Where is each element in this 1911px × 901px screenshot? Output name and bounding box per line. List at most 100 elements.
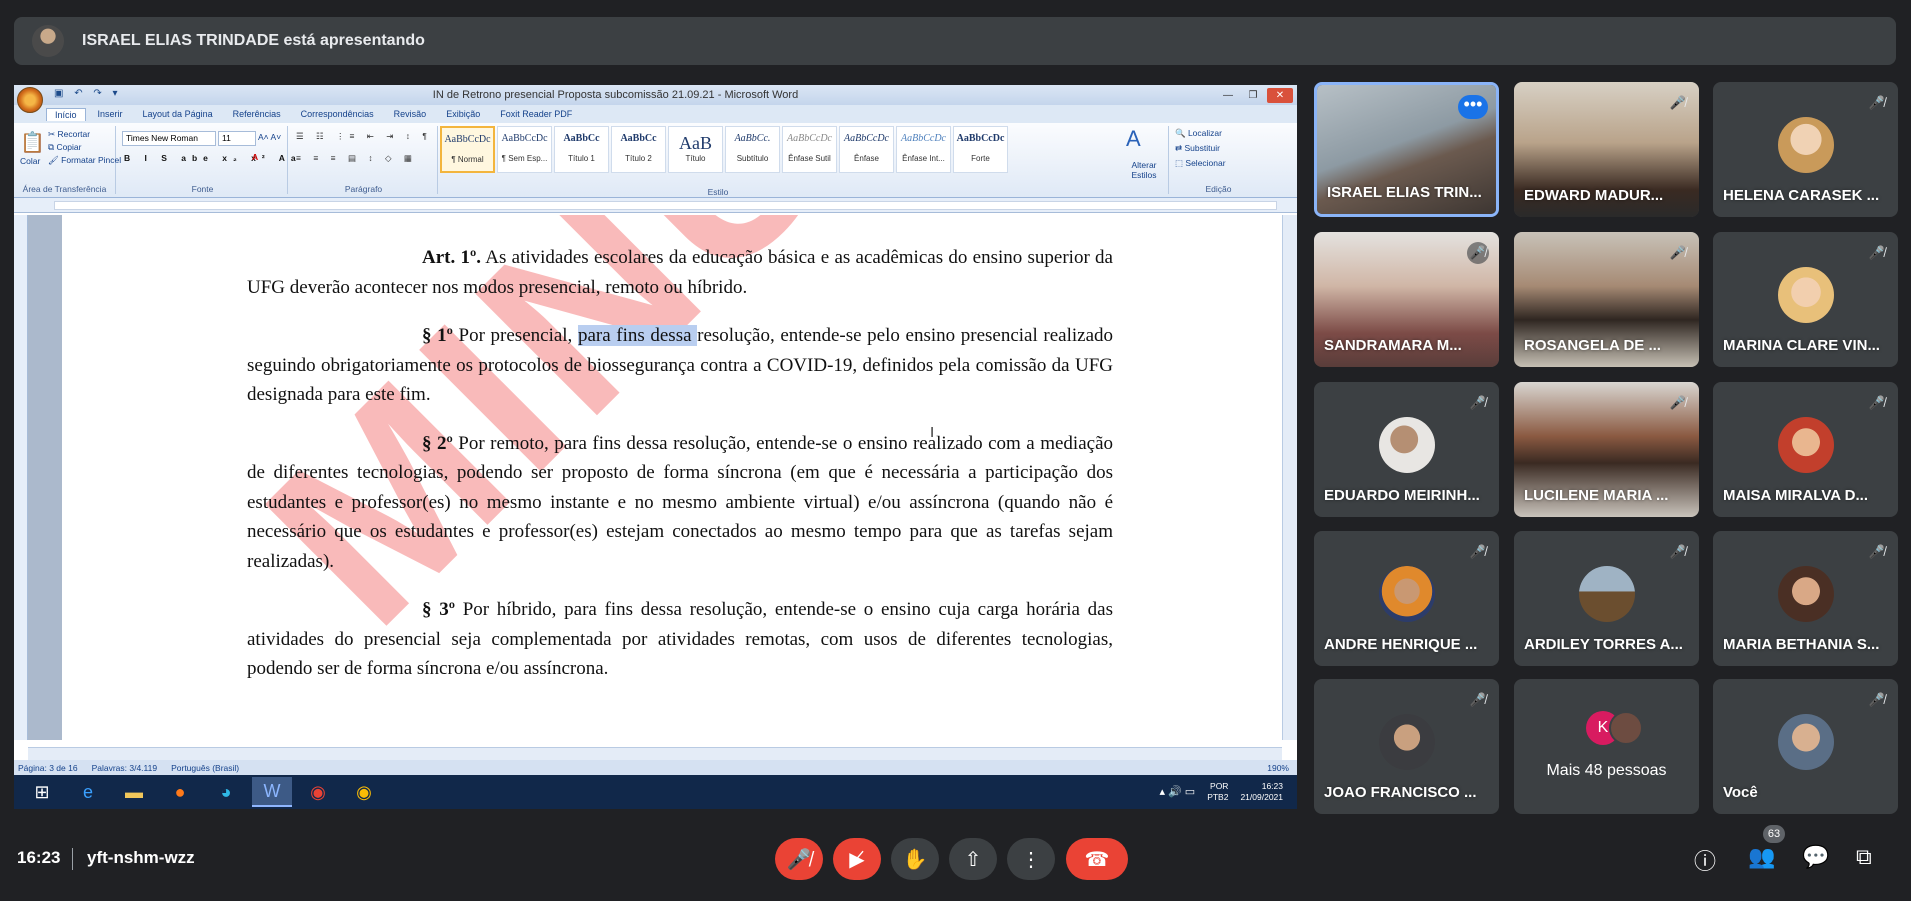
quick-access-toolbar[interactable]: ▣ ↶ ↷ ▾ [54,88,122,99]
participant-tile[interactable]: 🎤̸ LUCILENE MARIA ... [1514,382,1699,517]
change-styles-button[interactable]: Alterar Estilos [1122,160,1166,180]
participant-tile[interactable]: ••• ISRAEL ELIAS TRIN... [1314,82,1499,217]
font-size-select[interactable]: 11 [218,131,256,146]
participant-tile[interactable]: 🎤̸ EDWARD MADUR... [1514,82,1699,217]
participant-name: EDWARD MADUR... [1524,187,1664,204]
word-count[interactable]: Palavras: 3/4.119 [92,763,158,773]
participant-tile[interactable]: 🎤̸ HELENA CARASEK ... [1713,82,1898,217]
start-icon[interactable]: ⊞ [22,777,62,807]
more-options-button[interactable]: ⋮ [1007,838,1055,880]
tab-inserir[interactable]: Inserir [98,109,123,119]
horizontal-ruler[interactable] [14,198,1297,213]
taskbar-date: 21/09/2021 [1240,792,1283,802]
style-preview: AaBbCcDc [787,133,832,144]
more-dots-icon[interactable]: ••• [1458,95,1488,119]
more-participants-tile[interactable]: K Mais 48 pessoas [1514,679,1699,814]
select-button[interactable]: ⬚ Selecionar [1175,158,1226,169]
participant-tile[interactable]: 🎤̸ EDUARDO MEIRINH... [1314,382,1499,517]
mic-off-icon: 🎤̸ [1868,692,1886,707]
chrome-icon[interactable]: ◉ [298,777,338,807]
find-button[interactable]: 🔍 Localizar [1175,128,1222,139]
style-emphasis[interactable]: AaBbCcDc Ênfase [839,126,894,173]
participant-name: ANDRE HENRIQUE ... [1324,636,1478,653]
camera-toggle-button[interactable]: ▶̸ [833,838,881,880]
meeting-code[interactable]: yft-nshm-wzz [87,848,195,868]
format-painter-button[interactable]: 🖌 Formatar Pincel [48,155,121,166]
participant-tile[interactable]: 🎤̸ SANDRAMARA M... [1314,232,1499,367]
cut-button[interactable]: ✂ Recortar [48,129,90,140]
style-no-spacing[interactable]: AaBbCcDc ¶ Sem Esp... [497,126,552,173]
document-page[interactable]: MINUTA Art. 1º. As atividades escolares … [62,215,1288,740]
font-color-icon[interactable]: A [252,152,258,162]
edge-icon[interactable]: ◕ [206,777,246,807]
word-window-title: IN de Retrono presencial Proposta subcom… [432,89,799,101]
style-heading1[interactable]: AaBbCc Título 1 [554,126,609,173]
participant-tile[interactable]: 🎤̸ MAISA MIRALVA D... [1713,382,1898,517]
input-lang[interactable]: POR PTB2 [1207,781,1228,803]
firefox-icon[interactable]: ● [160,777,200,807]
paragraph-label: Parágrafo [344,184,383,194]
chat-icon[interactable]: 💬 [1802,844,1829,870]
paste-icon[interactable]: 📋 [20,130,45,155]
maximize-icon[interactable]: ❐ [1242,88,1264,103]
avatar [1609,711,1643,745]
copy-button[interactable]: ⧉ Copiar [48,142,81,153]
style-normal[interactable]: AaBbCcDc ¶ Normal [440,126,495,173]
document-body[interactable]: Art. 1º. As atividades escolares da educ… [247,243,1113,703]
paste-button[interactable]: Colar [20,156,40,166]
end-call-button[interactable]: ☎ [1066,838,1128,880]
style-intense-emphasis[interactable]: AaBbCcDc Ênfase Int... [896,126,951,173]
replace-button[interactable]: ⇄ Substituir [1175,143,1220,154]
word-taskbar-icon[interactable]: W [252,777,292,807]
raise-hand-button[interactable]: ✋ [891,838,939,880]
style-strong[interactable]: AaBbCcDc Forte [953,126,1008,173]
font-format-buttons[interactable]: B I S abe x₂ x² Aa [124,153,302,163]
style-preview: AaBbCcDc [844,133,889,144]
horizontal-scrollbar[interactable] [28,747,1282,760]
zoom-level[interactable]: 190% [1267,763,1297,773]
activities-icon[interactable]: ⧉ [1856,844,1872,870]
tab-layout[interactable]: Layout da Página [143,109,213,119]
tray-icons[interactable]: ▴ 🔊 ▭ [1159,786,1195,798]
participant-tile[interactable]: 🎤̸ JOAO FRANCISCO ... [1314,679,1499,814]
font-name-select[interactable]: Times New Roman [122,131,216,146]
style-subtle-emphasis[interactable]: AaBbCcDc Ênfase Sutil [782,126,837,173]
vertical-scrollbar[interactable] [1282,215,1297,740]
present-button[interactable]: ⇧ [949,838,997,880]
people-icon[interactable]: 👥 [1748,844,1775,870]
office-button-icon[interactable] [17,87,43,113]
page-count[interactable]: Página: 3 de 16 [18,763,78,773]
ie-icon[interactable]: e [68,777,108,807]
style-subtitle[interactable]: AaBbCc. Subtítulo [725,126,780,173]
mic-off-icon: 🎤̸ [1467,242,1489,264]
change-styles-icon[interactable]: A [1126,126,1141,152]
self-tile[interactable]: 🎤̸ Você [1713,679,1898,814]
mic-toggle-button[interactable]: 🎤̸ [775,838,823,880]
tab-referencias[interactable]: Referências [233,109,281,119]
editing-group: 🔍 Localizar ⇄ Substituir ⬚ Selecionar Ed… [1168,126,1268,194]
participant-tile[interactable]: 🎤̸ MARIA BETHANIA S... [1713,531,1898,666]
minimize-icon[interactable]: — [1217,88,1239,103]
tab-revisao[interactable]: Revisão [394,109,427,119]
close-icon[interactable]: ✕ [1267,87,1293,103]
folder-icon[interactable]: ▬ [114,777,154,807]
tab-exibicao[interactable]: Exibição [446,109,480,119]
tab-foxit[interactable]: Foxit Reader PDF [500,109,572,119]
align-buttons[interactable]: ≡ ≡ ≡ ▤ ↕ ◇ ▦ [296,153,417,164]
grow-shrink-font-icon[interactable]: A˄ A˅ [258,132,281,142]
participant-tile[interactable]: 🎤̸ ARDILEY TORRES A... [1514,531,1699,666]
style-title[interactable]: AaB Título [668,126,723,173]
chrome-icon-2[interactable]: ◉ [344,777,384,807]
language[interactable]: Português (Brasil) [171,763,239,773]
style-heading2[interactable]: AaBbCc Título 2 [611,126,666,173]
participant-tile[interactable]: 🎤̸ ROSANGELA DE ... [1514,232,1699,367]
list-buttons[interactable]: ☰ ☷ ⋮≡ ⇤ ⇥ ↕ ¶ [296,131,432,142]
tab-correspondencias[interactable]: Correspondências [301,109,374,119]
styles-label: Estilo [707,187,729,197]
participant-tile[interactable]: 🎤̸ MARINA CLARE VIN... [1713,232,1898,367]
tab-inicio[interactable]: Início [46,107,86,121]
participant-tile[interactable]: 🎤̸ ANDRE HENRIQUE ... [1314,531,1499,666]
mic-off-icon: 🎤̸ [1469,395,1487,410]
info-icon[interactable]: ⓘ [1694,844,1716,876]
taskbar-clock[interactable]: 16:23 21/09/2021 [1240,781,1283,803]
